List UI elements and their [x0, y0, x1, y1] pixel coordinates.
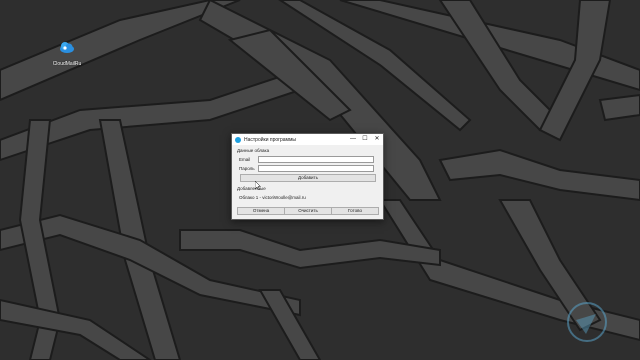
done-button[interactable]: Готово — [331, 207, 379, 215]
added-cloud-item[interactable]: Облако 1 - victoriWoolle@mail.ru — [239, 195, 306, 200]
watermark-logo-icon — [567, 302, 607, 342]
password-field[interactable] — [258, 165, 374, 172]
mouse-cursor-icon — [255, 181, 261, 190]
desktop-icon-label: CloudMailRu — [52, 61, 82, 67]
titlebar[interactable]: Настройки программы — ☐ ✕ — [232, 134, 383, 145]
maximize-button[interactable]: ☐ — [359, 134, 371, 145]
email-field[interactable] — [258, 156, 374, 163]
cancel-button[interactable]: Отмена — [237, 207, 285, 215]
clear-button[interactable]: Очистить — [284, 207, 332, 215]
app-icon — [235, 136, 241, 143]
settings-dialog: Настройки программы — ☐ ✕ Данные облака … — [231, 133, 384, 220]
section-added-label: Добавленные — [237, 186, 266, 191]
password-label: Пароль — [239, 166, 255, 171]
window-title: Настройки программы — [244, 136, 297, 143]
section-cloud-data-label: Данные облака — [237, 148, 270, 153]
close-button[interactable]: ✕ — [371, 134, 383, 145]
cloud-icon — [60, 42, 74, 53]
email-label: Email — [239, 157, 251, 162]
minimize-button[interactable]: — — [347, 134, 359, 145]
desktop-shortcut-cloudmailru[interactable]: CloudMailRu — [52, 40, 82, 67]
